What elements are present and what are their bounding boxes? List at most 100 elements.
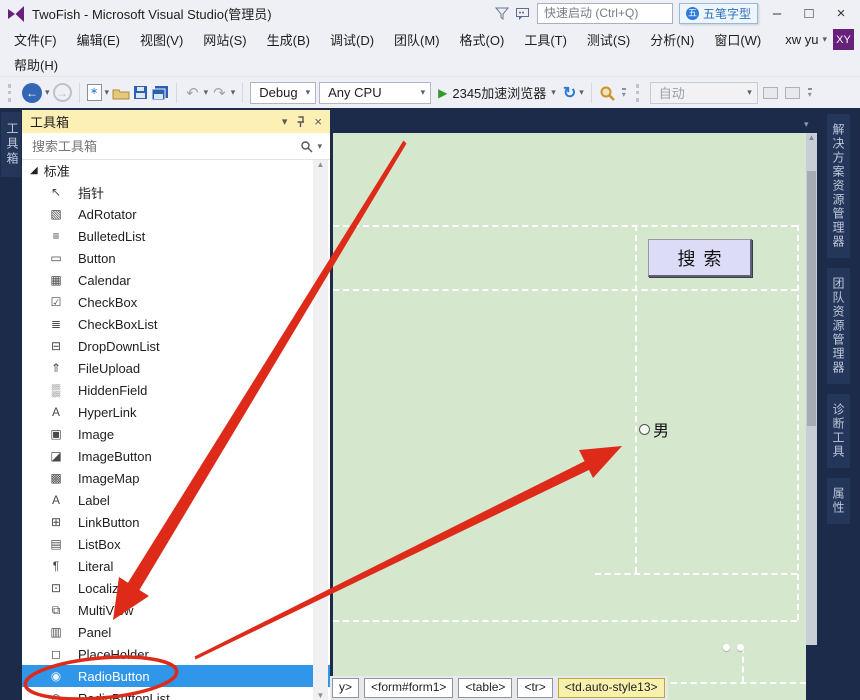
- toolbox-item-localize[interactable]: ⊡Localize: [22, 577, 330, 599]
- tab-solution-explorer[interactable]: 解决方案资源管理器: [827, 114, 850, 258]
- designer-scrollbar[interactable]: ▲: [806, 133, 817, 645]
- menu-item-6[interactable]: 团队(M): [384, 30, 450, 49]
- menu-item-5[interactable]: 调试(D): [320, 30, 384, 49]
- funnel-icon[interactable]: [495, 7, 509, 20]
- resize-handle[interactable]: [737, 644, 744, 651]
- menu-item-3[interactable]: 网站(S): [193, 30, 256, 49]
- toolbox-item-multiview[interactable]: ⧉MultiView: [22, 599, 330, 621]
- sidebar-tab-toolbox[interactable]: 工具箱: [1, 112, 21, 177]
- toolbox-item-image[interactable]: ▣Image: [22, 423, 330, 445]
- toolbox-item-checkboxlist[interactable]: ≣CheckBoxList: [22, 313, 330, 335]
- search-icon[interactable]: [300, 140, 313, 153]
- tab-properties[interactable]: 属性: [827, 478, 850, 524]
- toolbox-item-placeholder[interactable]: ◻PlaceHolder: [22, 643, 330, 665]
- toolbox-item-dropdownlist[interactable]: ⊟DropDownList: [22, 335, 330, 357]
- undo-dropdown-icon[interactable]: ▾: [204, 87, 209, 98]
- toolbox-item-adrotator[interactable]: ▧AdRotator: [22, 203, 330, 225]
- toolbar-grip-2[interactable]: [636, 84, 643, 102]
- feedback-icon[interactable]: [515, 7, 531, 21]
- menu-item-9[interactable]: 测试(S): [577, 30, 640, 49]
- designer-scrollbar-thumb[interactable]: [807, 171, 816, 426]
- menu-item-7[interactable]: 格式(O): [450, 30, 515, 49]
- scroll-down-icon[interactable]: ▼: [317, 691, 325, 700]
- save-all-icon[interactable]: [151, 85, 169, 101]
- tab-diagnostic-tools[interactable]: 诊断工具: [827, 394, 850, 468]
- editor-chevron-icon[interactable]: ▾: [804, 119, 809, 130]
- navigate-back-button[interactable]: ←: [22, 83, 42, 103]
- toolbox-item-literal[interactable]: ¶Literal: [22, 555, 330, 577]
- maximize-button[interactable]: □: [796, 2, 822, 26]
- menu-item-8[interactable]: 工具(T): [514, 30, 577, 49]
- tab-team-explorer[interactable]: 团队资源管理器: [827, 268, 850, 384]
- solution-config-dropdown[interactable]: Debug ▾: [250, 82, 316, 104]
- redo-icon[interactable]: ↷: [211, 84, 228, 102]
- toolbox-item-linkbutton[interactable]: ⊞LinkButton: [22, 511, 330, 533]
- toolbox-item-label[interactable]: ALabel: [22, 489, 330, 511]
- auto-dropdown[interactable]: 自动 ▾: [650, 82, 758, 104]
- toolbox-item-radiobuttonlist[interactable]: ⊙RadioButtonList: [22, 687, 330, 700]
- menu-item-4[interactable]: 生成(B): [257, 30, 320, 49]
- tag-td-auto-style13[interactable]: <td.auto-style13>: [558, 678, 665, 698]
- toolbar-overflow-icon[interactable]: ▾: [622, 88, 626, 98]
- toolbox-section-standard[interactable]: ◢ 标准: [22, 160, 330, 181]
- resize-handle[interactable]: [723, 644, 730, 651]
- menu-item-1[interactable]: 编辑(E): [67, 30, 130, 49]
- navigate-forward-button[interactable]: →: [53, 83, 72, 102]
- browse-with-icon[interactable]: [599, 85, 616, 101]
- close-button[interactable]: ×: [828, 2, 854, 26]
- radio-circle-icon[interactable]: [639, 424, 650, 435]
- menu-item-help[interactable]: 帮助(H): [4, 55, 68, 74]
- toolbox-item-hiddenfield[interactable]: ▒HiddenField: [22, 379, 330, 401]
- menu-item-2[interactable]: 视图(V): [130, 30, 193, 49]
- platform-dropdown[interactable]: Any CPU ▾: [319, 82, 431, 104]
- quick-launch-input[interactable]: 快速启动 (Ctrl+Q): [537, 3, 673, 24]
- window-layout-icon[interactable]: [785, 87, 800, 99]
- close-icon[interactable]: ×: [314, 114, 322, 129]
- redo-dropdown-icon[interactable]: ▾: [231, 87, 236, 98]
- toolbox-item-checkbox[interactable]: ☑CheckBox: [22, 291, 330, 313]
- toolbox-item-calendar[interactable]: ▦Calendar: [22, 269, 330, 291]
- toolbox-item-button[interactable]: ▭Button: [22, 247, 330, 269]
- toolbox-search-input[interactable]: [30, 138, 296, 155]
- search-button[interactable]: 搜索: [648, 239, 752, 277]
- open-file-icon[interactable]: [112, 86, 130, 100]
- scroll-up-icon[interactable]: ▲: [808, 133, 816, 142]
- toolbox-item-imagemap[interactable]: ▩ImageMap: [22, 467, 330, 489]
- new-item-button[interactable]: ∗: [87, 84, 102, 101]
- toolbox-item-fileupload[interactable]: ⇑FileUpload: [22, 357, 330, 379]
- radio-button-male[interactable]: 男: [639, 417, 669, 441]
- tag-form[interactable]: <form#form1>: [364, 678, 453, 698]
- menu-item-0[interactable]: 文件(F): [4, 30, 67, 49]
- toolbox-item-panel[interactable]: ▥Panel: [22, 621, 330, 643]
- avatar[interactable]: XY: [833, 29, 854, 50]
- pin-icon[interactable]: [295, 116, 306, 128]
- toolbox-item-imagebutton[interactable]: ◪ImageButton: [22, 445, 330, 467]
- tag-tr[interactable]: <tr>: [517, 678, 552, 698]
- user-menu[interactable]: xw yu ▾: [785, 32, 827, 47]
- refresh-dropdown-icon[interactable]: ▾: [579, 87, 584, 98]
- toolbox-item-bulletedlist[interactable]: ≡BulletedList: [22, 225, 330, 247]
- style-tool-icon[interactable]: [763, 87, 778, 99]
- new-item-dropdown-icon[interactable]: ▾: [105, 87, 110, 98]
- search-scope-dropdown-icon[interactable]: ▾: [317, 141, 322, 152]
- tag-table[interactable]: <table>: [458, 678, 512, 698]
- menu-item-11[interactable]: 窗口(W): [704, 30, 771, 49]
- toolbox-item-指针[interactable]: ↖指针: [22, 181, 330, 203]
- minimize-button[interactable]: –: [764, 2, 790, 26]
- refresh-icon[interactable]: ↻: [563, 83, 576, 103]
- toolbox-item-hyperlink[interactable]: AHyperLink: [22, 401, 330, 423]
- scroll-up-icon[interactable]: ▲: [317, 160, 325, 169]
- toolbox-header[interactable]: 工具箱 ▾ ×: [22, 110, 330, 133]
- design-surface[interactable]: 搜索 男: [333, 133, 806, 700]
- toolbar-overflow-icon-2[interactable]: ▾: [808, 88, 812, 98]
- undo-icon[interactable]: ↶: [184, 84, 201, 102]
- start-debug-button[interactable]: ▶ 2345加速浏览器 ▾: [434, 83, 560, 102]
- toolbox-item-listbox[interactable]: ▤ListBox: [22, 533, 330, 555]
- toolbox-scrollbar[interactable]: ▲ ▼: [313, 160, 328, 700]
- ime-badge[interactable]: 五 五笔字型: [679, 3, 758, 24]
- toolbar-grip[interactable]: [8, 84, 15, 102]
- back-dropdown-icon[interactable]: ▾: [45, 87, 50, 98]
- tag-body[interactable]: y>: [332, 678, 359, 698]
- menu-item-10[interactable]: 分析(N): [640, 30, 704, 49]
- save-icon[interactable]: [133, 85, 148, 100]
